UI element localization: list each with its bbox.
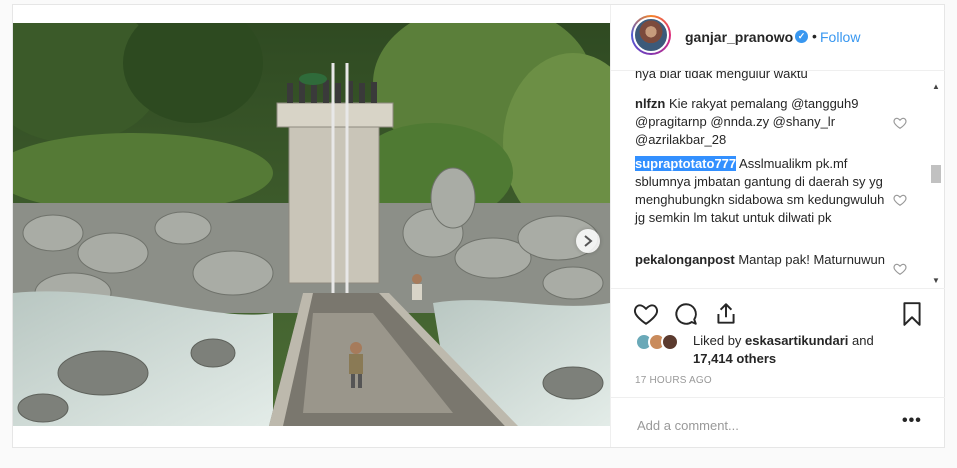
comment-bubble-icon[interactable] [673,301,699,327]
post-header: ganjar_pranowo ✓ • Follow [611,5,945,71]
comments-list[interactable]: nya biar tidak mengulur waktu nlfzn Kie … [611,71,945,289]
comment-item: nlfzn Kie rakyat pemalang @tangguh9 @pra… [635,95,885,149]
follow-button[interactable]: Follow [820,29,860,45]
share-icon[interactable] [713,301,739,327]
bookmark-icon[interactable] [899,301,925,327]
comment-text: Kie rakyat pemalang @tangguh9 @pragitarn… [635,96,859,147]
likes-others-count[interactable]: 17,414 others [693,351,776,366]
likes-prefix: Liked by [693,333,746,348]
author-avatar[interactable] [631,15,671,55]
comment-username[interactable]: pekalonganpost [635,252,735,267]
post-side-panel: ganjar_pranowo ✓ • Follow nya biar tidak… [610,5,945,447]
like-comment-heart-icon[interactable] [893,193,907,207]
avatar-image [633,17,669,53]
comment-item: pekalonganpost Mantap pak! Maturnuwun [635,251,885,269]
likes-summary: Liked by eskasartikundari and 17,414 oth… [635,331,925,371]
add-comment-input[interactable] [635,414,879,436]
scroll-down-arrow-icon[interactable]: ▼ [931,277,941,285]
photo-illustration [13,23,610,426]
liked-by-username[interactable]: eskasartikundari [745,333,848,348]
liker-avatar[interactable] [661,333,679,351]
post-photo[interactable] [13,23,610,426]
likes-conjunction: and [848,333,874,348]
chevron-right-icon [584,235,593,247]
comments-scrollbar[interactable]: ▲ ▼ [929,83,943,287]
like-comment-heart-icon[interactable] [893,262,907,276]
comment-username[interactable]: supraptotato777 [635,156,737,171]
post-timestamp[interactable]: 17 HOURS AGO [635,375,712,386]
comment-text: Mantap pak! Maturnuwun [738,252,886,267]
comment-partial: nya biar tidak mengulur waktu [635,71,885,83]
comment-item: supraptotato777 Asslmualikm pk.mf sblumn… [635,155,885,227]
scroll-thumb[interactable] [931,165,941,183]
author-username[interactable]: ganjar_pranowo [685,29,793,45]
more-options-button[interactable]: ••• [902,412,922,430]
verified-check-icon: ✓ [795,30,808,43]
like-comment-heart-icon[interactable] [893,116,907,130]
like-heart-icon[interactable] [633,301,659,327]
add-comment-row: ••• [611,397,945,447]
next-photo-button[interactable] [576,229,600,253]
comment-username[interactable]: nlfzn [635,96,665,111]
likes-text: Liked by eskasartikundari and 17,414 oth… [693,332,923,368]
separator-dot: • [812,28,817,44]
comment-text: nya biar tidak mengulur waktu [635,71,808,81]
scroll-up-arrow-icon[interactable]: ▲ [931,83,941,91]
instagram-post: ganjar_pranowo ✓ • Follow nya biar tidak… [12,4,945,448]
